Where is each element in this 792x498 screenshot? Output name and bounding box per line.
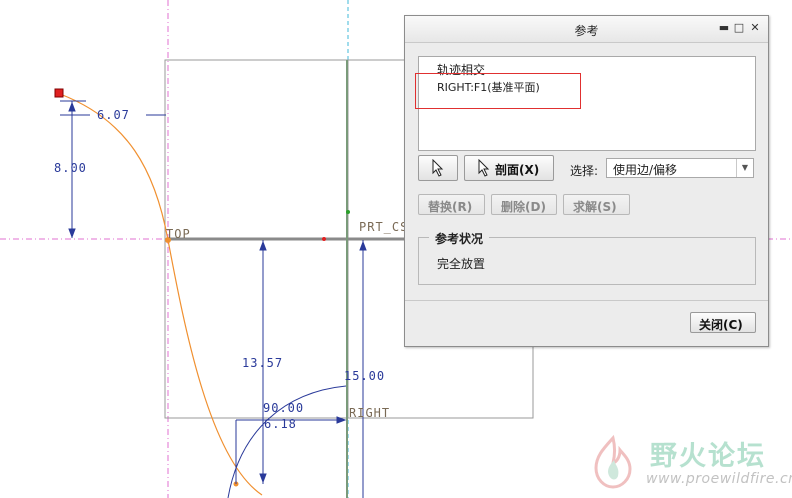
dimension-label[interactable]: 6.18 bbox=[264, 417, 297, 431]
minimize-icon[interactable]: ▬ bbox=[717, 21, 731, 35]
solve-button-label: 求解(S) bbox=[573, 200, 617, 214]
section-button-label: 剖面(X) bbox=[495, 163, 540, 177]
select-value: 使用边/偏移 bbox=[613, 163, 678, 177]
dialog-title: 参考 bbox=[574, 24, 599, 38]
watermark: 野火论坛 www.proewildfire.cn bbox=[582, 432, 792, 498]
dimension-label[interactable]: 15.00 bbox=[344, 369, 385, 383]
flame-logo-icon bbox=[594, 434, 632, 489]
highlight-box bbox=[415, 73, 581, 109]
replace-button-label: 替换(R) bbox=[428, 200, 473, 214]
sketch-curve[interactable] bbox=[59, 93, 263, 496]
vertex-marker[interactable] bbox=[346, 210, 350, 214]
cursor-button[interactable] bbox=[418, 155, 458, 181]
status-group: 参考状况 完全放置 bbox=[418, 230, 756, 285]
watermark-title: 野火论坛 bbox=[650, 441, 766, 472]
selected-vertex[interactable] bbox=[54, 88, 64, 98]
close-button-label: 关闭(C) bbox=[699, 318, 743, 332]
solve-button[interactable]: 求解(S) bbox=[563, 194, 630, 215]
select-dropdown[interactable]: 使用边/偏移 ▼ bbox=[606, 158, 754, 178]
datum-label-csys: PRT_CS bbox=[359, 220, 408, 234]
divider bbox=[405, 300, 768, 301]
watermark-url: www.proewildfire.cn bbox=[646, 471, 792, 487]
select-label: 选择: bbox=[570, 164, 599, 178]
dimension-label[interactable]: 90.00 bbox=[263, 401, 304, 415]
cursor-icon bbox=[478, 159, 490, 177]
close-icon[interactable]: ✕ bbox=[748, 21, 762, 35]
status-title: 参考状况 bbox=[429, 230, 490, 247]
maximize-icon[interactable]: □ bbox=[732, 21, 746, 35]
dimension-label[interactable]: 13.57 bbox=[242, 356, 283, 370]
delete-button[interactable]: 删除(D) bbox=[491, 194, 557, 215]
section-button[interactable]: 剖面(X) bbox=[464, 155, 554, 181]
datum-label-top: TOP bbox=[166, 227, 191, 241]
status-value: 完全放置 bbox=[437, 257, 486, 271]
cursor-icon bbox=[432, 159, 444, 177]
chevron-down-icon[interactable]: ▼ bbox=[736, 159, 753, 177]
delete-button-label: 删除(D) bbox=[501, 200, 546, 214]
datum-label-right: RIGHT bbox=[349, 406, 390, 420]
dimension-label[interactable]: 8.00 bbox=[54, 161, 87, 175]
midpoint-marker[interactable] bbox=[322, 237, 326, 241]
close-button[interactable]: 关闭(C) bbox=[690, 312, 756, 333]
replace-button[interactable]: 替换(R) bbox=[418, 194, 485, 215]
dimension-label[interactable]: 6.07 bbox=[97, 108, 130, 122]
dialog-titlebar[interactable]: 参考 ▬ □ ✕ bbox=[405, 16, 768, 43]
reference-dialog: 参考 ▬ □ ✕ 轨迹相交 RIGHT:F1(基准平面) 剖面(X) 选择: 使… bbox=[404, 15, 769, 347]
